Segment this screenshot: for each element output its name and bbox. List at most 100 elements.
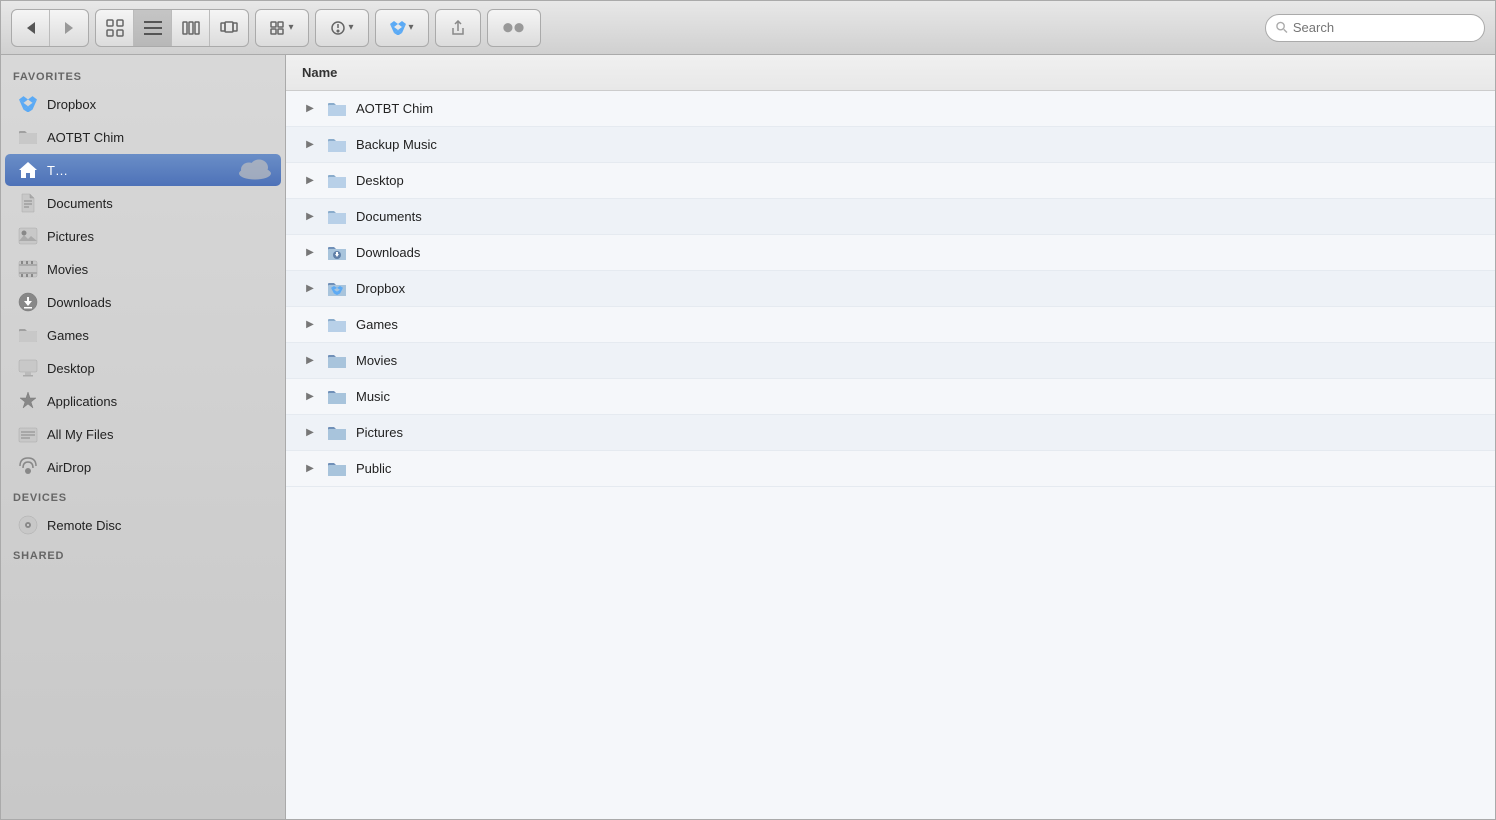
disclosure-triangle[interactable]: ▶ bbox=[302, 353, 318, 369]
search-input[interactable] bbox=[1293, 20, 1474, 35]
search-icon bbox=[1276, 21, 1288, 34]
sidebar-item-remote-disc[interactable]: Remote Disc bbox=[5, 509, 281, 541]
sidebar-item-documents-label: Documents bbox=[47, 196, 113, 211]
action-btn-group: ▾ bbox=[315, 9, 369, 47]
sidebar-item-airdrop-label: AirDrop bbox=[47, 460, 91, 475]
disclosure-triangle[interactable]: ▶ bbox=[302, 425, 318, 441]
file-name: Documents bbox=[356, 209, 422, 224]
tags-button[interactable]: ⬤⬤ bbox=[488, 10, 540, 46]
dropbox-toolbar-button[interactable]: ▾ bbox=[376, 10, 428, 46]
finder-window: ▾ ▾ ▾ bbox=[0, 0, 1496, 820]
sidebar-item-movies[interactable]: Movies bbox=[5, 253, 281, 285]
sidebar-item-dropbox-label: Dropbox bbox=[47, 97, 96, 112]
view-cover-button[interactable] bbox=[210, 10, 248, 46]
sidebar-item-airdrop[interactable]: AirDrop bbox=[5, 451, 281, 483]
pictures-folder-icon bbox=[326, 422, 348, 444]
file-name: Backup Music bbox=[356, 137, 437, 152]
disclosure-triangle[interactable]: ▶ bbox=[302, 461, 318, 477]
table-row[interactable]: ▶ bbox=[286, 271, 1495, 307]
file-name: Public bbox=[356, 461, 391, 476]
table-row[interactable]: ▶ Music bbox=[286, 379, 1495, 415]
table-row[interactable]: ▶ AOTBT Chim bbox=[286, 91, 1495, 127]
sidebar-item-remote-disc-label: Remote Disc bbox=[47, 518, 121, 533]
desktop-icon bbox=[17, 357, 39, 379]
folder-icon bbox=[17, 126, 39, 148]
favorites-header: FAVORITES bbox=[1, 63, 285, 87]
folder-icon bbox=[326, 98, 348, 120]
sidebar-item-games-label: Games bbox=[47, 328, 89, 343]
column-name-header: Name bbox=[302, 65, 337, 80]
sidebar-item-applications-label: Applications bbox=[47, 394, 117, 409]
sidebar-item-desktop[interactable]: Desktop bbox=[5, 352, 281, 384]
action-button[interactable]: ▾ bbox=[316, 10, 368, 46]
table-row[interactable]: ▶ Downloads bbox=[286, 235, 1495, 271]
search-box[interactable] bbox=[1265, 14, 1485, 42]
view-columns-button[interactable] bbox=[172, 10, 210, 46]
sidebar-item-pictures-label: Pictures bbox=[47, 229, 94, 244]
arrange-button[interactable]: ▾ bbox=[256, 10, 308, 46]
movies-folder-icon bbox=[326, 350, 348, 372]
share-button[interactable] bbox=[436, 10, 480, 46]
table-row[interactable]: ▶ Documents bbox=[286, 199, 1495, 235]
table-row[interactable]: ▶ Games bbox=[286, 307, 1495, 343]
applications-icon bbox=[17, 390, 39, 412]
sidebar-item-downloads[interactable]: Downloads bbox=[5, 286, 281, 318]
file-name: Movies bbox=[356, 353, 397, 368]
folder-icon bbox=[326, 206, 348, 228]
disclosure-triangle[interactable]: ▶ bbox=[302, 173, 318, 189]
nav-btn-group bbox=[11, 9, 89, 47]
sidebar-item-dropbox[interactable]: Dropbox bbox=[5, 88, 281, 120]
disclosure-triangle[interactable]: ▶ bbox=[302, 209, 318, 225]
view-list-button[interactable] bbox=[134, 10, 172, 46]
public-folder-icon bbox=[326, 458, 348, 480]
table-row[interactable]: ▶ Movies bbox=[286, 343, 1495, 379]
disclosure-triangle[interactable]: ▶ bbox=[302, 389, 318, 405]
tags-btn-group: ⬤⬤ bbox=[487, 9, 541, 47]
file-name: Desktop bbox=[356, 173, 404, 188]
sidebar-item-aotbt-label: AOTBT Chim bbox=[47, 130, 124, 145]
sidebar-item-home-label: T… bbox=[47, 163, 68, 178]
shared-header: SHARED bbox=[1, 542, 285, 566]
sidebar-item-aotbt[interactable]: AOTBT Chim bbox=[5, 121, 281, 153]
share-btn-group bbox=[435, 9, 481, 47]
file-name: AOTBT Chim bbox=[356, 101, 433, 116]
toolbar: ▾ ▾ ▾ bbox=[1, 1, 1495, 55]
disclosure-triangle[interactable]: ▶ bbox=[302, 281, 318, 297]
music-folder-icon bbox=[326, 386, 348, 408]
disc-icon bbox=[17, 514, 39, 536]
sidebar-item-downloads-label: Downloads bbox=[47, 295, 111, 310]
all-files-icon bbox=[17, 423, 39, 445]
downloads-folder-icon bbox=[326, 242, 348, 264]
disclosure-triangle[interactable]: ▶ bbox=[302, 101, 318, 117]
table-row[interactable]: ▶ Backup Music bbox=[286, 127, 1495, 163]
sidebar-item-games[interactable]: Games bbox=[5, 319, 281, 351]
file-name: Downloads bbox=[356, 245, 420, 260]
view-icons-button[interactable] bbox=[96, 10, 134, 46]
downloads-icon bbox=[17, 291, 39, 313]
pictures-icon bbox=[17, 225, 39, 247]
devices-header: DEVICES bbox=[1, 484, 285, 508]
sidebar: FAVORITES Dropbox bbox=[1, 55, 286, 819]
forward-button[interactable] bbox=[50, 10, 88, 46]
disclosure-triangle[interactable]: ▶ bbox=[302, 317, 318, 333]
file-name: Dropbox bbox=[356, 281, 405, 296]
sidebar-item-pictures[interactable]: Pictures bbox=[5, 220, 281, 252]
table-row[interactable]: ▶ Pictures bbox=[286, 415, 1495, 451]
table-row[interactable]: ▶ Desktop bbox=[286, 163, 1495, 199]
table-row[interactable]: ▶ Public bbox=[286, 451, 1495, 487]
documents-icon bbox=[17, 192, 39, 214]
disclosure-triangle[interactable]: ▶ bbox=[302, 245, 318, 261]
sidebar-item-home[interactable]: T… bbox=[5, 154, 281, 186]
dropbox-btn-group: ▾ bbox=[375, 9, 429, 47]
view-btn-group bbox=[95, 9, 249, 47]
back-button[interactable] bbox=[12, 10, 50, 46]
airdrop-icon bbox=[17, 456, 39, 478]
main-area: FAVORITES Dropbox bbox=[1, 55, 1495, 819]
disclosure-triangle[interactable]: ▶ bbox=[302, 137, 318, 153]
cloud-overlay bbox=[237, 158, 273, 183]
sidebar-item-all-files[interactable]: All My Files bbox=[5, 418, 281, 450]
arrange-btn-group: ▾ bbox=[255, 9, 309, 47]
sidebar-item-documents[interactable]: Documents bbox=[5, 187, 281, 219]
content-area: Name ▶ AOTBT Chim ▶ bbox=[286, 55, 1495, 819]
sidebar-item-applications[interactable]: Applications bbox=[5, 385, 281, 417]
